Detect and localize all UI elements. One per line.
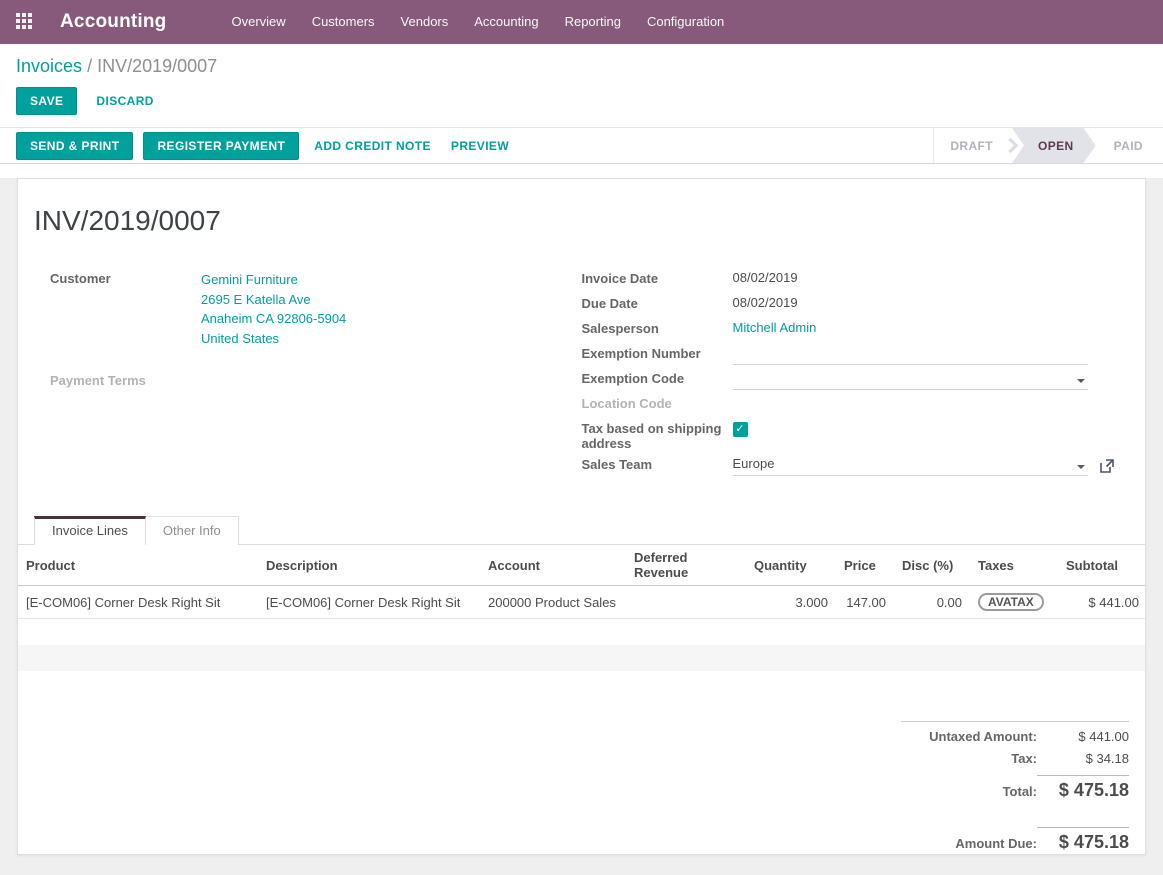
nav-menu: Overview Customers Vendors Accounting Re… xyxy=(219,0,738,44)
register-payment-button[interactable]: REGISTER PAYMENT xyxy=(143,132,299,160)
apps-grid-icon[interactable] xyxy=(16,13,34,31)
action-buttons: SEND & PRINT REGISTER PAYMENT ADD CREDIT… xyxy=(0,128,514,163)
nav-item-customers[interactable]: Customers xyxy=(299,0,388,44)
nav-item-configuration[interactable]: Configuration xyxy=(634,0,737,44)
breadcrumb-current: INV/2019/0007 xyxy=(97,56,217,76)
discard-button[interactable]: DISCARD xyxy=(91,87,158,115)
exemption-code-select[interactable] xyxy=(733,370,1088,390)
cell-account[interactable]: 200000 Product Sales xyxy=(480,586,626,619)
customer-city-link[interactable]: Anaheim CA 92806-5904 xyxy=(201,309,346,329)
salesperson-value[interactable]: Mitchell Admin xyxy=(733,320,817,340)
save-button[interactable]: SAVE xyxy=(16,87,77,115)
payment-terms-label: Payment Terms xyxy=(50,372,201,392)
breadcrumb-separator: / xyxy=(87,56,92,76)
notebook-tabs: Invoice Lines Other Info xyxy=(18,516,1145,545)
breadcrumb: Invoices / INV/2019/0007 xyxy=(0,44,1163,79)
cell-subtotal[interactable]: $ 441.00 xyxy=(1058,586,1146,619)
content-area: INV/2019/0007 Customer Gemini Furniture … xyxy=(0,178,1163,875)
untaxed-amount-value: $ 441.00 xyxy=(1037,729,1129,744)
tax-shipping-label: Tax based on shipping address xyxy=(582,420,733,451)
table-header-row: Product Description Account Deferred Rev… xyxy=(18,545,1146,586)
col-header-quantity: Quantity xyxy=(746,545,836,586)
breadcrumb-invoices-link[interactable]: Invoices xyxy=(16,56,82,76)
cell-deferred-revenue[interactable] xyxy=(626,586,746,619)
exemption-number-label: Exemption Number xyxy=(582,345,733,365)
salesperson-label: Salesperson xyxy=(582,320,733,340)
total-label: Total: xyxy=(901,784,1037,799)
amount-due-label: Amount Due: xyxy=(901,836,1037,851)
invoice-date-label: Invoice Date xyxy=(582,270,733,290)
form-right-group: Invoice Date 08/02/2019 Due Date 08/02/2… xyxy=(582,270,1130,481)
amount-due-value: $ 475.18 xyxy=(1037,827,1129,853)
untaxed-amount-label: Untaxed Amount: xyxy=(901,729,1037,744)
invoice-date-value[interactable]: 08/02/2019 xyxy=(733,270,798,290)
tax-badge[interactable]: AVATAX xyxy=(978,593,1044,611)
nav-item-reporting[interactable]: Reporting xyxy=(552,0,634,44)
tab-invoice-lines[interactable]: Invoice Lines xyxy=(34,516,146,545)
preview-button[interactable]: PREVIEW xyxy=(446,132,514,160)
dropdown-caret-icon[interactable] xyxy=(1077,379,1085,383)
location-code-field xyxy=(733,395,1088,415)
col-header-deferred-revenue: Deferred Revenue xyxy=(626,545,746,586)
customer-field: Gemini Furniture 2695 E Katella Ave Anah… xyxy=(201,270,346,348)
blank-row xyxy=(18,645,1146,671)
cell-price[interactable]: 147.00 xyxy=(836,586,894,619)
dropdown-caret-icon[interactable] xyxy=(1077,465,1085,469)
cell-taxes[interactable]: AVATAX xyxy=(970,586,1058,619)
col-header-description: Description xyxy=(258,545,480,586)
nav-item-vendors[interactable]: Vendors xyxy=(388,0,462,44)
tax-shipping-checkbox[interactable]: ✓ xyxy=(733,422,748,437)
status-step-open: OPEN xyxy=(1012,128,1096,163)
cell-quantity[interactable]: 3.000 xyxy=(746,586,836,619)
due-date-label: Due Date xyxy=(582,295,733,315)
due-date-value[interactable]: 08/02/2019 xyxy=(733,295,798,315)
add-credit-note-button[interactable]: ADD CREDIT NOTE xyxy=(309,132,436,160)
top-nav-bar: Accounting Overview Customers Vendors Ac… xyxy=(0,0,1163,44)
tax-label: Tax: xyxy=(901,751,1037,766)
sales-team-label: Sales Team xyxy=(582,456,733,476)
cell-product[interactable]: [E-COM06] Corner Desk Right Sit xyxy=(18,586,258,619)
totals-section: Untaxed Amount: $ 441.00 Tax: $ 34.18 To… xyxy=(18,721,1145,855)
exemption-code-label: Exemption Code xyxy=(582,370,733,390)
invoice-sheet: INV/2019/0007 Customer Gemini Furniture … xyxy=(17,178,1146,855)
col-header-product: Product xyxy=(18,545,258,586)
app-title[interactable]: Accounting xyxy=(60,11,167,33)
col-header-subtotal: Subtotal xyxy=(1058,545,1146,586)
col-header-account: Account xyxy=(480,545,626,586)
send-print-button[interactable]: SEND & PRINT xyxy=(16,132,133,160)
tax-value: $ 34.18 xyxy=(1037,751,1129,766)
nav-item-overview[interactable]: Overview xyxy=(219,0,299,44)
external-link-icon[interactable] xyxy=(1100,459,1114,476)
cell-disc[interactable]: 0.00 xyxy=(894,586,970,619)
status-pipeline: DRAFT OPEN PAID xyxy=(933,128,1163,163)
invoice-form: Customer Gemini Furniture 2695 E Katella… xyxy=(18,270,1145,481)
invoice-line-row[interactable]: [E-COM06] Corner Desk Right Sit [E-COM06… xyxy=(18,586,1146,619)
customer-country-link[interactable]: United States xyxy=(201,329,346,349)
col-header-disc: Disc (%) xyxy=(894,545,970,586)
invoice-lines-table: Product Description Account Deferred Rev… xyxy=(18,545,1146,671)
status-step-paid: PAID xyxy=(1096,128,1163,163)
sales-team-value[interactable]: Europe xyxy=(733,456,775,471)
cell-description[interactable]: [E-COM06] Corner Desk Right Sit xyxy=(258,586,480,619)
customer-name-link[interactable]: Gemini Furniture xyxy=(201,270,346,290)
customer-street-link[interactable]: 2695 E Katella Ave xyxy=(201,290,346,310)
nav-item-accounting[interactable]: Accounting xyxy=(461,0,551,44)
col-header-taxes: Taxes xyxy=(970,545,1058,586)
tab-other-info[interactable]: Other Info xyxy=(146,516,239,545)
col-header-price: Price xyxy=(836,545,894,586)
location-code-label: Location Code xyxy=(582,395,733,415)
status-step-draft: DRAFT xyxy=(934,128,1009,163)
sales-team-select[interactable]: Europe xyxy=(733,456,1088,476)
edit-controls: SAVE DISCARD xyxy=(0,79,1163,127)
total-value: $ 475.18 xyxy=(1037,775,1129,801)
exemption-number-input[interactable] xyxy=(733,345,1088,365)
customer-label: Customer xyxy=(50,270,201,348)
action-bar: SEND & PRINT REGISTER PAYMENT ADD CREDIT… xyxy=(0,127,1163,164)
blank-row xyxy=(18,619,1146,646)
invoice-number-title: INV/2019/0007 xyxy=(34,205,1129,237)
form-left-group: Customer Gemini Furniture 2695 E Katella… xyxy=(34,270,582,481)
